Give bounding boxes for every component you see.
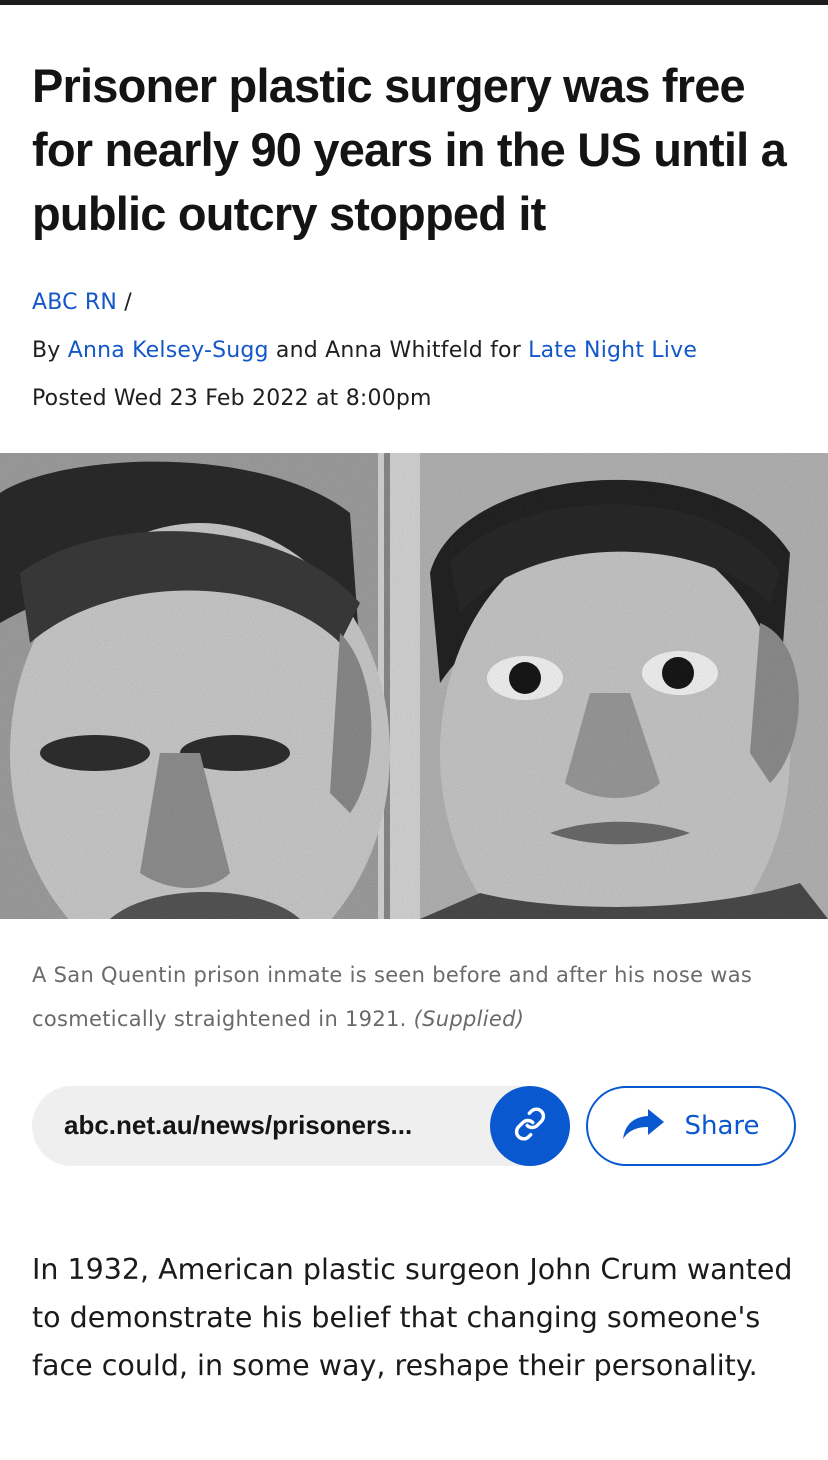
- caption-text: A San Quentin prison inmate is seen befo…: [32, 963, 753, 1031]
- breadcrumb-separator: /: [124, 290, 132, 315]
- article-body-paragraph: In 1932, American plastic surgeon John C…: [32, 1253, 793, 1382]
- mugshot-photo: [0, 453, 828, 919]
- article-headline: Prisoner plastic surgery was free for ne…: [32, 59, 787, 240]
- top-bar: [0, 0, 828, 5]
- share-label: Share: [684, 1111, 760, 1141]
- byline-prefix: By: [32, 338, 61, 363]
- posted-date: Posted Wed 23 Feb 2022 at 8:00pm: [32, 386, 432, 411]
- share-button[interactable]: Share: [586, 1086, 796, 1166]
- link-icon: [513, 1107, 547, 1146]
- hero-image: [0, 453, 828, 919]
- image-caption: A San Quentin prison inmate is seen befo…: [32, 953, 792, 1041]
- section-breadcrumb: ABC RN /: [32, 290, 132, 315]
- url-text: abc.net.au/news/prisoners...: [64, 1110, 413, 1140]
- copy-link-button[interactable]: [490, 1086, 570, 1166]
- byline: By Anna Kelsey-Sugg and Anna Whitfeld fo…: [32, 338, 697, 363]
- url-field[interactable]: abc.net.au/news/prisoners...: [32, 1086, 570, 1166]
- caption-credit: (Supplied): [413, 1007, 525, 1031]
- share-bar: abc.net.au/news/prisoners... Share: [32, 1086, 796, 1168]
- program-link[interactable]: Late Night Live: [528, 338, 697, 363]
- author-link[interactable]: Anna Kelsey-Sugg: [68, 338, 269, 363]
- section-link[interactable]: ABC RN: [32, 290, 117, 315]
- share-arrow-icon: [622, 1107, 666, 1146]
- byline-joiner: and Anna Whitfeld for: [275, 338, 521, 363]
